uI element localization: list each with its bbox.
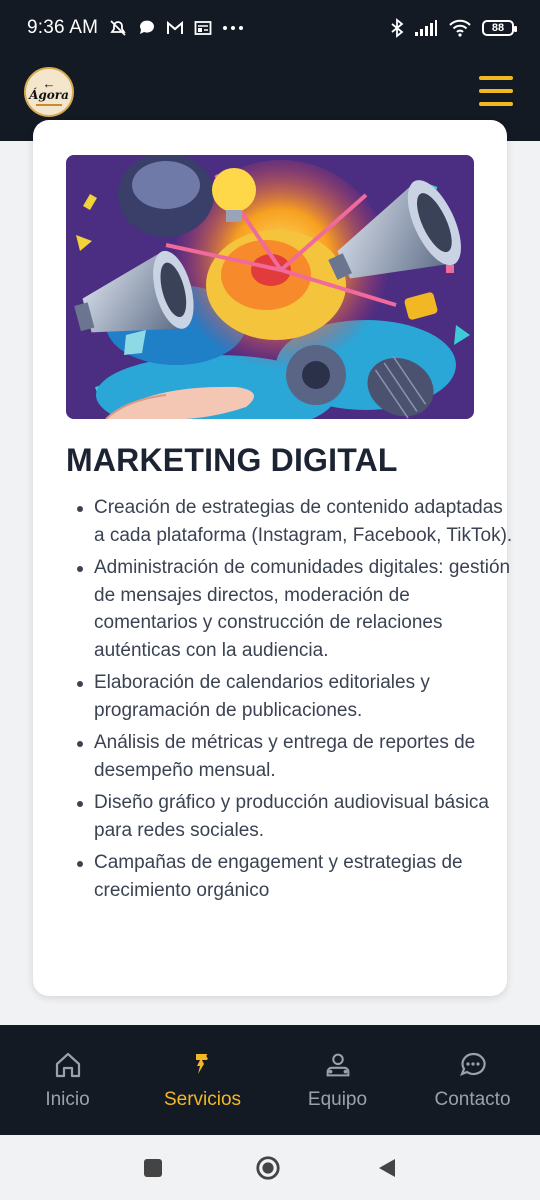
services-icon xyxy=(187,1049,219,1081)
nav-item-servicios[interactable]: Servicios xyxy=(135,1025,270,1135)
logo-text: Ágora xyxy=(29,88,69,102)
list-item: Análisis de métricas y entrega de report… xyxy=(77,729,514,784)
nav-label: Equipo xyxy=(307,1089,368,1110)
gmail-icon xyxy=(166,20,184,36)
nav-label: Inicio xyxy=(45,1089,90,1110)
list-item: Campañas de engagement y estrategias de … xyxy=(77,849,514,904)
news-icon xyxy=(194,20,212,36)
wifi-icon xyxy=(448,19,472,37)
chat-icon xyxy=(457,1049,489,1081)
team-icon xyxy=(322,1049,354,1081)
mute-icon xyxy=(108,18,128,38)
signal-icon xyxy=(414,19,438,37)
list-item: Diseño gráfico y producción audiovisual … xyxy=(77,789,514,844)
logo-underline xyxy=(36,104,62,106)
more-dots-icon xyxy=(222,25,244,31)
agora-logo[interactable]: ← Ágora xyxy=(24,67,74,117)
service-title: MARKETING DIGITAL xyxy=(66,442,398,478)
hamburger-menu-icon[interactable] xyxy=(479,76,513,106)
nav-label: Servicios xyxy=(163,1089,242,1110)
home-icon xyxy=(52,1049,84,1081)
list-item: Administración de comunidades digitales:… xyxy=(77,554,514,664)
list-item: Elaboración de calendarios editoriales y… xyxy=(77,669,514,724)
bottom-navigation: Inicio Servicios Equipo Contacto xyxy=(0,1025,540,1135)
nav-item-equipo[interactable]: Equipo xyxy=(270,1025,405,1135)
recents-square-icon[interactable] xyxy=(140,1155,166,1181)
chat-bubble-icon xyxy=(138,19,156,37)
back-triangle-icon[interactable] xyxy=(374,1155,400,1181)
nav-label: Contacto xyxy=(434,1089,511,1110)
status-bar-left: 9:36 AM xyxy=(27,17,244,39)
features-list: Creación de estrategias de contenido ada… xyxy=(66,494,514,909)
marketing-megaphones-illustration xyxy=(66,155,474,419)
list-item: Creación de estrategias de contenido ada… xyxy=(77,494,514,549)
bluetooth-icon xyxy=(390,18,404,38)
service-card: MARKETING DIGITAL Creación de estrategia… xyxy=(33,120,512,996)
nav-item-contacto[interactable]: Contacto xyxy=(405,1025,540,1135)
system-navigation-bar xyxy=(0,1135,540,1200)
battery-indicator: 88 xyxy=(482,20,517,36)
home-circle-icon[interactable] xyxy=(255,1155,281,1181)
status-bar-right: 88 xyxy=(390,18,517,38)
nav-item-inicio[interactable]: Inicio xyxy=(0,1025,135,1135)
status-time: 9:36 AM xyxy=(27,17,99,38)
